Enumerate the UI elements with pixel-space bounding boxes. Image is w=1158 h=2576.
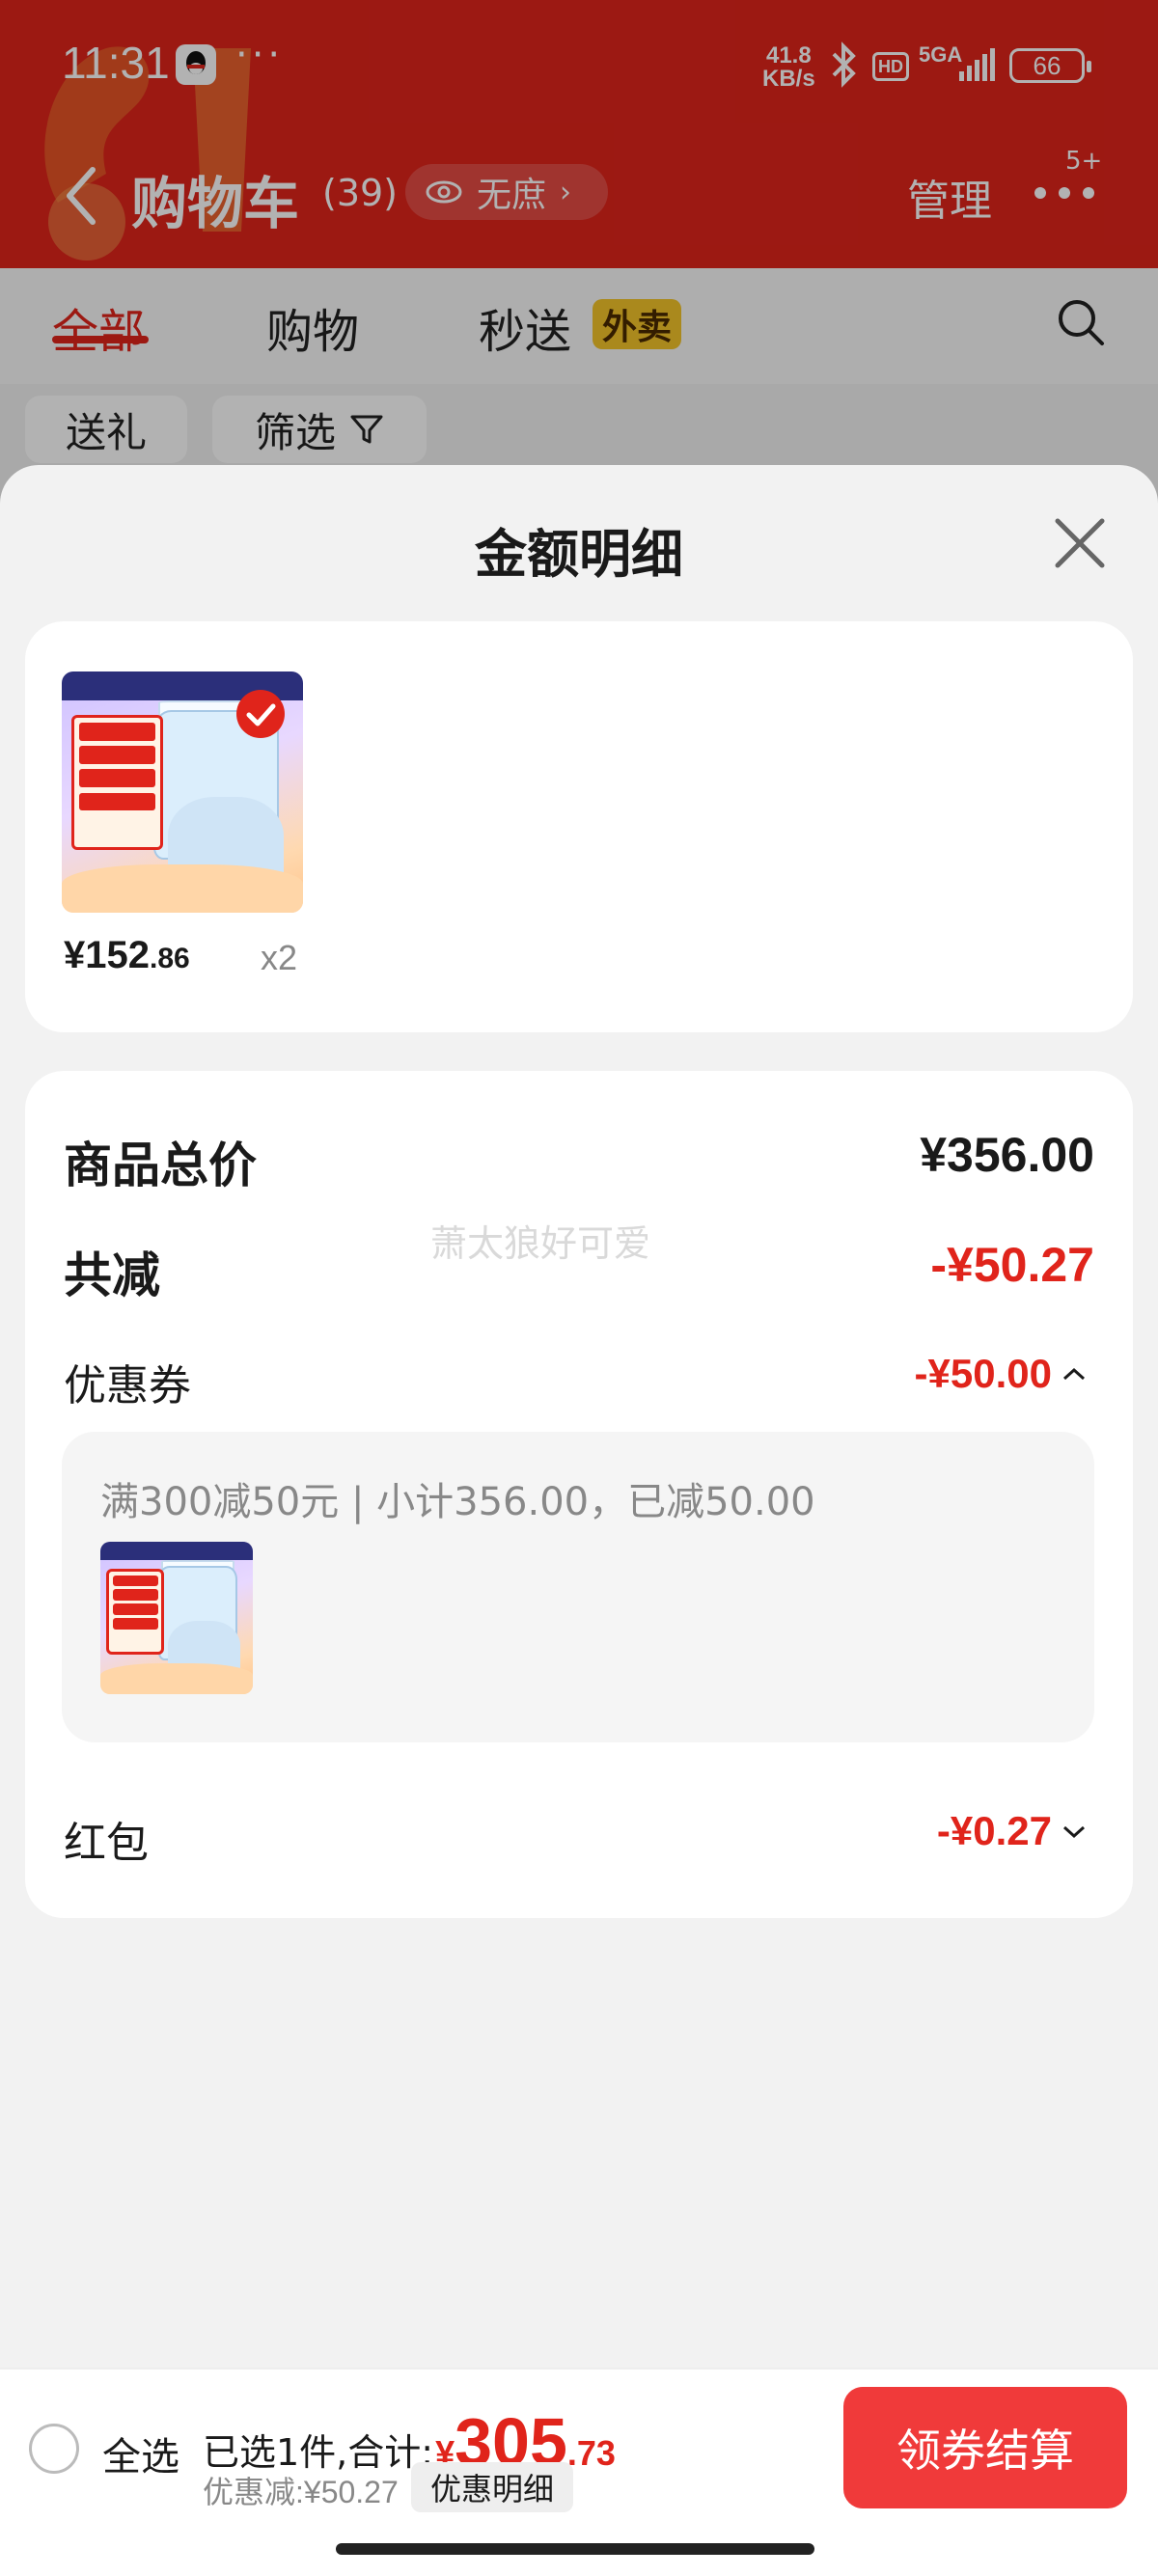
product-image[interactable] — [62, 671, 303, 913]
select-all-checkbox[interactable] — [29, 2424, 79, 2474]
product-card: ¥152.86 x2 — [25, 621, 1133, 1032]
home-indicator[interactable] — [336, 2543, 814, 2555]
coupon-detail-text: 满300减50元 | 小计356.00，已减50.00 — [100, 1480, 815, 1524]
chevron-up-icon — [1062, 1367, 1086, 1381]
chevron-down-icon — [1062, 1825, 1086, 1839]
total-reduction-value: -¥50.27 — [930, 1238, 1094, 1292]
product-price-decimal: .86 — [149, 943, 190, 974]
coupon-toggle[interactable]: -¥50.00 — [915, 1351, 1087, 1397]
product-quantity: x2 — [261, 938, 298, 977]
red-packet-toggle[interactable]: -¥0.27 — [937, 1808, 1087, 1854]
amount-detail-sheet: 金额明细 ¥152.86 x2 商品总价 ¥356.00 萧太狼好可爱 共减 -… — [0, 465, 1158, 2576]
red-packet-value: -¥0.27 — [936, 1808, 1052, 1853]
selected-check-icon — [236, 690, 285, 738]
watermark-text: 萧太狼好可爱 — [430, 1222, 651, 1265]
discount-detail-button[interactable]: 优惠明细 — [411, 2462, 573, 2512]
close-icon[interactable] — [1052, 515, 1108, 571]
coupon-product-image — [100, 1542, 253, 1694]
checkout-button[interactable]: 领券结算 — [843, 2387, 1127, 2508]
coupon-label: 优惠券 — [64, 1361, 191, 1411]
coupon-detail-box: 满300减50元 | 小计356.00，已减50.00 — [62, 1432, 1094, 1742]
product-price-main: ¥152 — [64, 934, 150, 976]
total-reduction-label: 共减 — [64, 1247, 160, 1303]
total-price-label: 商品总价 — [64, 1137, 257, 1193]
red-packet-label: 红包 — [64, 1819, 149, 1868]
sheet-title: 金额明细 — [475, 524, 683, 585]
checkout-bar: 全选 已选1件,合计: ¥ 305 .73 优惠减:¥50.27 优惠明细 领券… — [0, 2368, 1158, 2576]
total-price-value: ¥356.00 — [920, 1128, 1094, 1182]
summary-total-decimal: .73 — [566, 2433, 616, 2473]
coupon-value: -¥50.00 — [914, 1351, 1052, 1396]
select-all-label[interactable]: 全选 — [102, 2425, 179, 2481]
product-price: ¥152.86 — [64, 934, 190, 977]
amount-breakdown-card: 商品总价 ¥356.00 萧太狼好可爱 共减 -¥50.27 优惠券 -¥50.… — [25, 1071, 1133, 1918]
discount-amount: 优惠减:¥50.27 — [203, 2475, 399, 2509]
